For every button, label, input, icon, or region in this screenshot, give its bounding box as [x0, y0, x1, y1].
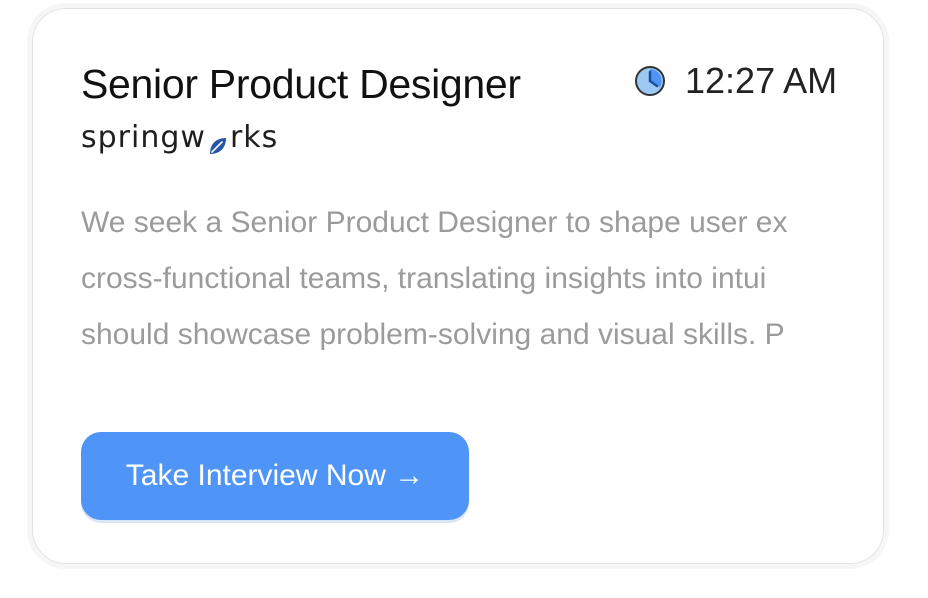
time-text: 12:27 AM — [685, 60, 838, 101]
company-logo: springw rks — [81, 117, 278, 157]
clock-icon — [633, 64, 667, 98]
company-logo-text-end: rks — [229, 119, 279, 155]
job-description: We seek a Senior Product Designer to sha… — [81, 195, 837, 367]
job-title: Senior Product Designer — [81, 61, 521, 107]
time-display: 12:27 AM — [633, 59, 837, 103]
description-line: We seek a Senior Product Designer to sha… — [81, 206, 788, 239]
take-interview-button[interactable]: Take Interview Now → — [81, 432, 469, 520]
leaf-icon — [208, 129, 228, 154]
company-logo-text-start: springw — [81, 119, 206, 155]
job-card: Senior Product Designer 12:27 AM springw… — [32, 8, 884, 564]
description-line: should showcase problem-solving and visu… — [81, 318, 785, 351]
description-line: cross-functional teams, translating insi… — [81, 262, 767, 295]
